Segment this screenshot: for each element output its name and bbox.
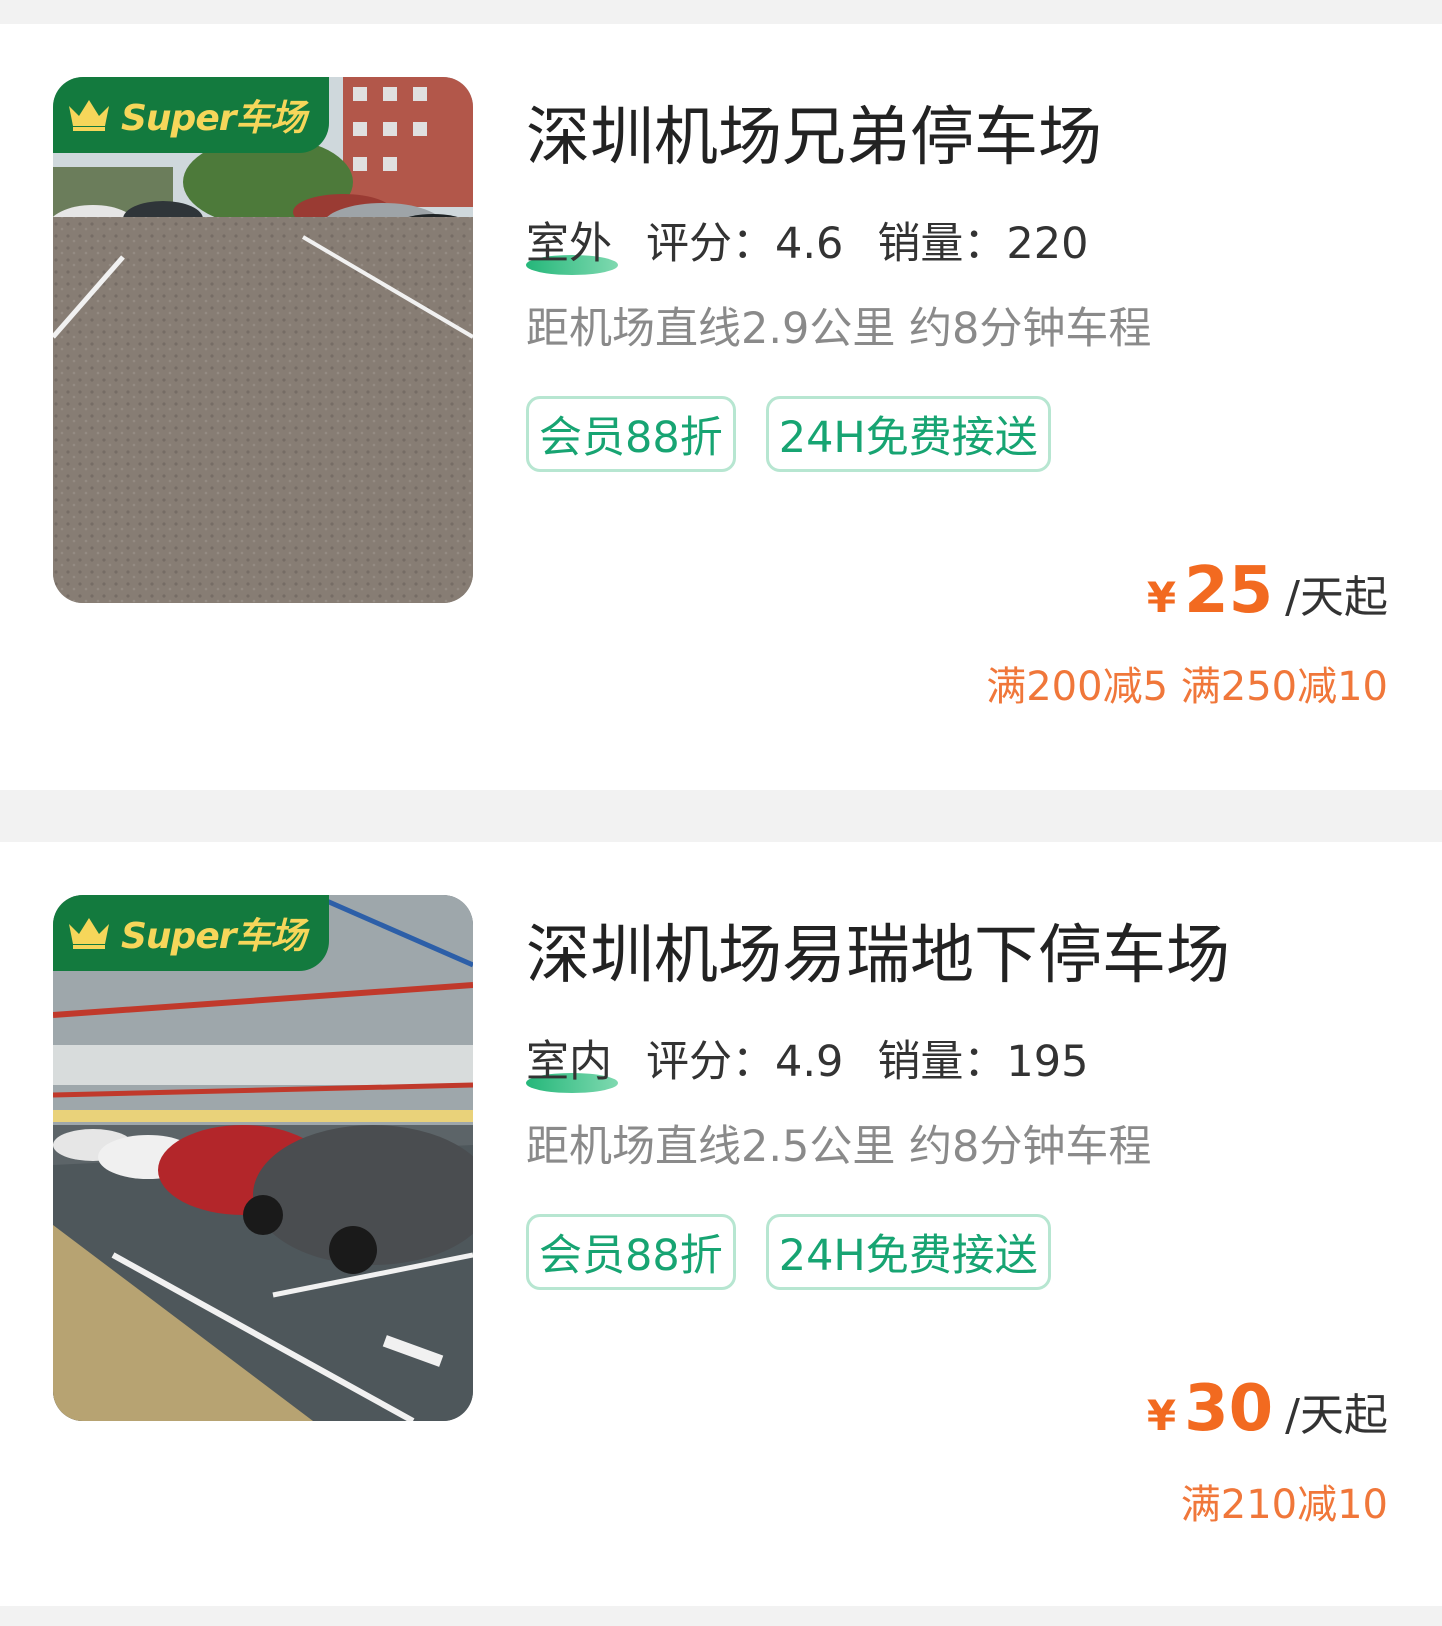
currency-symbol: ¥ xyxy=(1146,1391,1177,1440)
price-unit: /天起 xyxy=(1285,572,1388,623)
parking-lot-card[interactable]: Super车场 深圳机场兄弟停车场 室外 评分：4.6 销量：220 距机场直线… xyxy=(0,24,1442,790)
outdoor-parking-lot-image xyxy=(53,77,473,603)
parking-lot-meta: 室外 评分：4.6 销量：220 xyxy=(526,209,1122,275)
parking-lot-name[interactable]: 深圳机场易瑞地下停车场 xyxy=(526,904,1230,996)
price-amount: 25 xyxy=(1184,554,1274,628)
currency-symbol: ¥ xyxy=(1146,573,1177,622)
promotion-text: 满210减10 xyxy=(1180,1482,1388,1528)
parking-lot-photo[interactable]: Super车场 xyxy=(53,77,473,603)
sales-label: 销量：195 xyxy=(877,1037,1089,1087)
crown-icon xyxy=(69,918,109,949)
parking-lot-card[interactable]: Super车场 深圳机场易瑞地下停车场 室内 评分：4.9 销量：195 距机场… xyxy=(0,842,1442,1606)
crown-icon xyxy=(69,100,109,131)
super-lot-badge: Super车场 xyxy=(53,77,329,153)
distance-info: 距机场直线2.9公里 约8分钟车程 xyxy=(526,304,1152,354)
distance-info: 距机场直线2.5公里 约8分钟车程 xyxy=(526,1122,1152,1172)
shuttle-tag: 24H免费接送 xyxy=(765,1214,1051,1290)
shuttle-tag: 24H免费接送 xyxy=(765,396,1051,472)
member-discount-tag: 会员88折 xyxy=(526,1214,736,1290)
tag-list: 会员88折 24H免费接送 xyxy=(526,396,1081,472)
badge-label: Super车场 xyxy=(121,98,306,139)
promotion-text: 满200减5 满250减10 xyxy=(986,664,1388,710)
price-amount: 30 xyxy=(1184,1372,1274,1446)
parking-lot-name[interactable]: 深圳机场兄弟停车场 xyxy=(526,86,1102,178)
rating-label: 评分：4.9 xyxy=(646,1037,844,1087)
price: ¥ 25 /天起 xyxy=(1147,554,1388,628)
price: ¥ 30 /天起 xyxy=(1147,1372,1388,1446)
member-discount-tag: 会员88折 xyxy=(526,396,736,472)
rating-label: 评分：4.6 xyxy=(646,219,844,269)
environment-label: 室外 xyxy=(526,209,618,275)
parking-lot-meta: 室内 评分：4.9 销量：195 xyxy=(526,1027,1122,1093)
price-unit: /天起 xyxy=(1285,1390,1388,1441)
sales-label: 销量：220 xyxy=(877,219,1089,269)
tag-list: 会员88折 24H免费接送 xyxy=(526,1214,1081,1290)
super-lot-badge: Super车场 xyxy=(53,895,329,971)
badge-label: Super车场 xyxy=(121,916,306,957)
underground-parking-image xyxy=(53,895,473,1421)
parking-lot-photo[interactable]: Super车场 xyxy=(53,895,473,1421)
environment-label: 室内 xyxy=(526,1027,618,1093)
